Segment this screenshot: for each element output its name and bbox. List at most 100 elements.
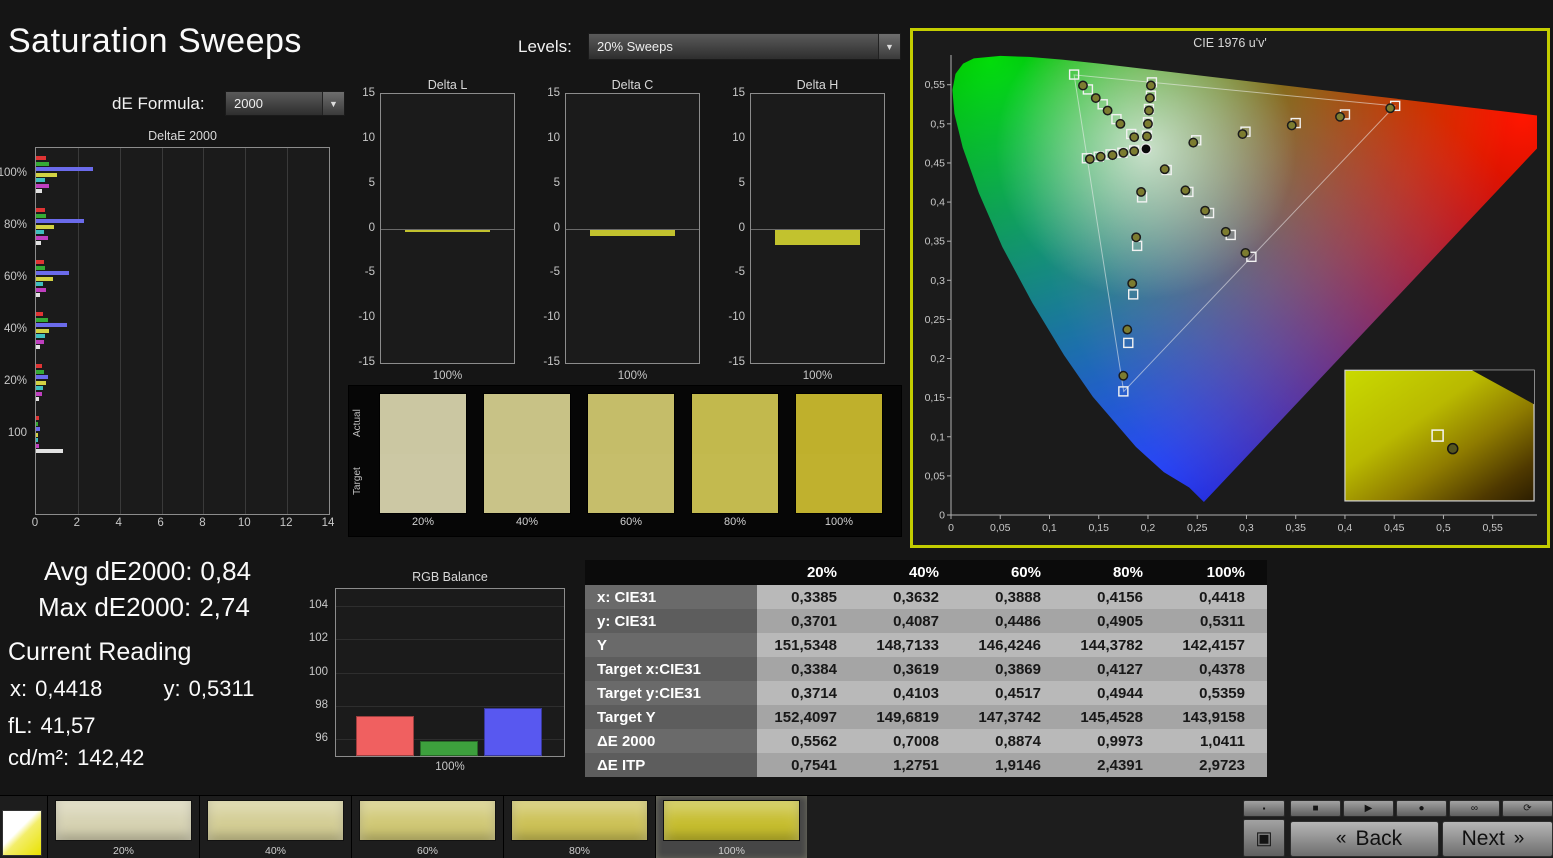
deltae-chart	[35, 147, 330, 515]
measured-point-blue	[1128, 279, 1136, 287]
table-cell: 143,9158	[1165, 705, 1267, 729]
table-column-header: 80%	[1063, 560, 1165, 585]
deltae-y-axis: 100%80%60%40%20%100	[0, 147, 31, 515]
chevron-down-icon: ▼	[878, 34, 900, 59]
svg-text:0,4: 0,4	[1338, 522, 1353, 534]
table-cell: 0,5562	[757, 729, 859, 753]
transport-play-button[interactable]: ▶	[1343, 800, 1394, 817]
delta-chart-title: Delta C	[565, 78, 700, 92]
deltae-x-tick: 0	[26, 517, 44, 529]
delta-plot	[380, 93, 515, 364]
table-cell: 0,4517	[961, 681, 1063, 705]
current-xy-line: x:0,4418 y:0,5311	[10, 676, 262, 702]
rgb-balance-chart	[335, 588, 565, 757]
fl-value: 41,57	[40, 713, 95, 738]
svg-text:0,3: 0,3	[930, 275, 945, 287]
table-cell: 0,3384	[757, 657, 859, 681]
delta-y-tick: 0	[540, 222, 560, 234]
measured-point-magenta	[1201, 206, 1209, 214]
deltae-bar-cyan	[36, 282, 43, 286]
deltae-bar-blue	[36, 375, 48, 379]
deltae-bar-magenta	[36, 392, 42, 396]
deltae-bar-magenta	[36, 444, 39, 448]
table-row-label: y: CIE31	[585, 609, 757, 633]
measured-point-magenta	[1241, 249, 1249, 257]
patch-button-100%[interactable]: 100%	[655, 796, 807, 858]
measured-point-cyan	[1119, 149, 1127, 157]
table-cell: 0,9973	[1063, 729, 1165, 753]
deltae-bar-blue	[36, 323, 67, 327]
delta-chart-panel: Delta L151050-5-10-15100%	[355, 78, 515, 388]
continuous-icon: ∞	[1471, 803, 1478, 814]
delta-chart-panel: Delta C151050-5-10-15100%	[540, 78, 700, 388]
delta-y-tick: 15	[725, 87, 745, 99]
patch-button-80%[interactable]: 80%	[503, 796, 655, 858]
table-cell: 0,4156	[1063, 585, 1165, 609]
table-corner	[585, 560, 757, 585]
deltae-bar-white	[36, 241, 41, 245]
patch-button-40%[interactable]: 40%	[199, 796, 351, 858]
table-row-label: Target y:CIE31	[585, 681, 757, 705]
deltae-x-tick: 4	[110, 517, 128, 529]
measured-point-yellow	[1144, 120, 1152, 128]
transport-stop-button[interactable]: ■	[1290, 800, 1341, 817]
deltae-gridline	[78, 148, 79, 514]
delta-chart-panel: Delta H151050-5-10-15100%	[725, 78, 885, 388]
measured-point-yellow	[1147, 81, 1155, 89]
table-column-header: 100%	[1165, 560, 1267, 585]
delta-y-tick: -15	[725, 356, 745, 368]
deltae-bar-blue	[36, 167, 93, 171]
deltae-bar-red	[36, 208, 45, 212]
svg-text:0,5: 0,5	[1436, 522, 1451, 534]
table-cell: 0,4103	[859, 681, 961, 705]
compare-swatch	[587, 393, 675, 514]
transport-loop-button[interactable]: ⟳	[1502, 800, 1553, 817]
patch-button-60%[interactable]: 60%	[351, 796, 503, 858]
rgb-bar-blue	[484, 708, 542, 756]
deltae-bar-blue	[36, 219, 84, 223]
deltae-bar-blue	[36, 427, 40, 431]
deltae-bar-cyan	[36, 438, 38, 442]
deltae-bar-white	[36, 293, 40, 297]
table-cell: 0,3385	[757, 585, 859, 609]
levels-dropdown[interactable]: 20% Sweeps ▼	[588, 33, 901, 60]
patch-swatch	[511, 800, 648, 841]
table-cell: 0,4905	[1063, 609, 1165, 633]
pattern-window-button[interactable]: ▣	[1243, 819, 1285, 857]
transport-continuous-button[interactable]: ∞	[1449, 800, 1500, 817]
pattern-mini-button[interactable]: ▪	[1243, 800, 1285, 817]
measured-point-cyan	[1097, 153, 1105, 161]
deltae-bar-cyan	[36, 178, 45, 182]
svg-text:0,35: 0,35	[1285, 522, 1306, 534]
deltae-x-tick: 6	[152, 517, 170, 529]
actual-row-label: Actual	[352, 394, 366, 452]
table-cell: 1,0411	[1165, 729, 1267, 753]
de-formula-label: dE Formula:	[112, 94, 205, 114]
table-column-header: 60%	[961, 560, 1063, 585]
table-column-header: 40%	[859, 560, 961, 585]
patch-label: 100%	[656, 845, 807, 857]
rgb-y-tick: 102	[309, 632, 328, 644]
max-de-label: Max dE2000:	[38, 592, 191, 622]
table-row-label: ΔE 2000	[585, 729, 757, 753]
deltae-y-label: 60%	[4, 271, 27, 283]
cdm2-label: cd/m²:	[8, 745, 69, 770]
delta-y-tick: -5	[355, 266, 375, 278]
next-button[interactable]: Next »	[1442, 821, 1553, 857]
deltae-gridline	[120, 148, 121, 514]
deltae-bar-yellow	[36, 173, 57, 177]
back-button[interactable]: « Back	[1290, 821, 1439, 857]
rgb-y-tick: 104	[309, 599, 328, 611]
transport-record-button[interactable]: ●	[1396, 800, 1447, 817]
app-root: Saturation Sweeps dE Formula: 2000 ▼ Lev…	[0, 0, 1553, 858]
actual-swatch	[588, 394, 674, 454]
measured-point-red	[1238, 130, 1246, 138]
white-point	[1141, 144, 1151, 154]
rgb-gridline	[336, 606, 564, 607]
patch-button-20%[interactable]: 20%	[47, 796, 199, 858]
measured-point-magenta	[1181, 186, 1189, 194]
table-row: Target x:CIE310,33840,36190,38690,41270,…	[585, 657, 1267, 681]
de-formula-dropdown[interactable]: 2000 ▼	[225, 91, 345, 116]
small-square-icon: ▪	[1263, 804, 1266, 813]
measured-point-green	[1079, 81, 1087, 89]
